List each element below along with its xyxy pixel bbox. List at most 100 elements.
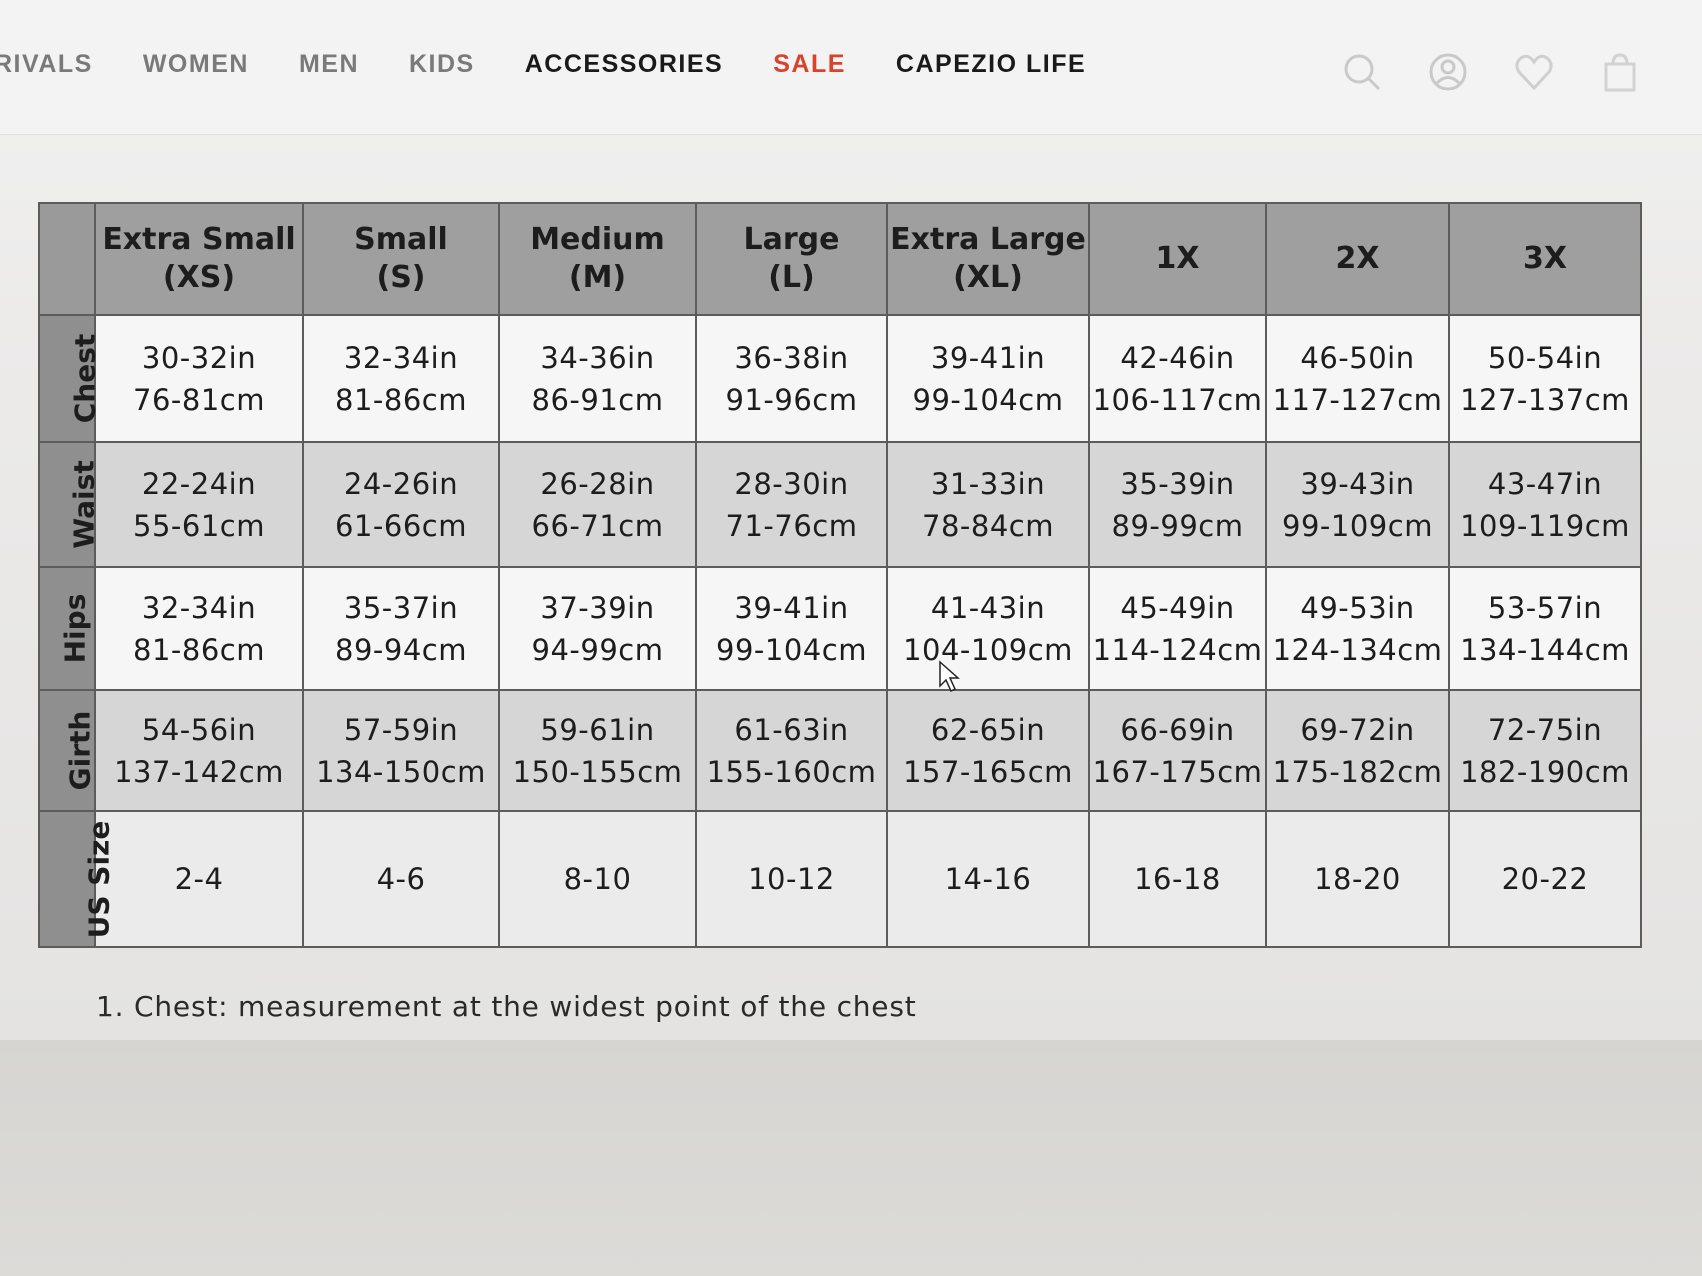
- cell-value-metric: 99-104cm: [912, 382, 1064, 417]
- row-label: Waist: [38, 441, 101, 569]
- measurement-cell: 18-20: [1265, 810, 1450, 948]
- cell-value-primary: 61-63in: [734, 712, 849, 747]
- cell-value-primary: 62-65in: [930, 712, 1046, 747]
- nav-item-women[interactable]: WOMEN: [143, 50, 249, 79]
- cell-value-primary: 16-18: [1134, 862, 1221, 897]
- measurement-cell: 30-32in 76-81cm: [94, 313, 304, 444]
- nav-item-accessories[interactable]: ACCESSORIES: [525, 50, 723, 79]
- main-menu: RIVALS WOMEN MEN KIDS ACCESSORIES SALE CAPEZIO…: [0, 50, 1086, 79]
- size-column-header: 3X: [1448, 202, 1642, 316]
- nav-item-kids[interactable]: KIDS: [409, 50, 475, 79]
- desk-surface: [0, 1040, 1702, 1276]
- cell-value-metric: 134-150cm: [316, 754, 486, 789]
- cell-value-metric: 117-127cm: [1272, 382, 1443, 417]
- cell-value-metric: 61-66cm: [335, 508, 467, 543]
- cell-value-primary: 69-72in: [1300, 712, 1415, 747]
- measurement-cell: 20-22: [1448, 810, 1642, 948]
- measurement-cell: 45-49in 114-124cm: [1088, 566, 1267, 692]
- size-code: (S): [376, 260, 426, 295]
- cell-value-metric: 86-91cm: [531, 382, 664, 417]
- measurement-cell: 22-24in 55-61cm: [94, 441, 304, 569]
- cell-value-primary: 46-50in: [1300, 340, 1415, 375]
- measurement-cell: 49-53in 124-134cm: [1265, 566, 1450, 692]
- cell-value-metric: 150-155cm: [512, 754, 683, 789]
- cell-value-primary: 28-30in: [734, 466, 849, 501]
- cell-value-primary: 37-39in: [540, 590, 655, 625]
- measurement-cell: 8-10: [498, 810, 697, 948]
- measurement-cell: 14-16: [886, 810, 1090, 948]
- size-chart: Extra Small (XS) Small (S) Medium (M) Large (L)…: [38, 202, 1642, 948]
- cell-value-metric: 81-86cm: [335, 382, 467, 417]
- cell-value-primary: 54-56in: [141, 712, 257, 747]
- size-name: 1X: [1155, 241, 1200, 276]
- cell-value-metric: 182-190cm: [1460, 754, 1630, 789]
- size-code: (XS): [162, 260, 236, 295]
- bag-icon[interactable]: [1598, 50, 1642, 94]
- cell-value-primary: 18-20: [1314, 862, 1401, 897]
- cell-value-metric: 89-99cm: [1111, 508, 1244, 543]
- size-name: Medium: [530, 222, 665, 257]
- row-label: US Size: [38, 810, 115, 948]
- size-column-header: 2X: [1265, 202, 1450, 316]
- search-icon[interactable]: [1340, 50, 1384, 94]
- account-icon[interactable]: [1426, 50, 1470, 94]
- size-code: (M): [568, 260, 627, 295]
- cell-value-primary: 24-26in: [343, 466, 459, 501]
- size-code: (L): [768, 260, 815, 295]
- size-column-header: 1X: [1088, 202, 1267, 316]
- cell-value-primary: 8-10: [563, 862, 632, 897]
- measurement-cell: 62-65in 157-165cm: [886, 689, 1090, 813]
- nav-item-sale[interactable]: SALE: [773, 50, 846, 79]
- cell-value-primary: 41-43in: [930, 590, 1046, 625]
- measurement-cell: 32-34in 81-86cm: [302, 313, 500, 444]
- size-column-header: Extra Large (XL): [886, 202, 1090, 316]
- measurement-row-chest: Chest 30-32in 76-81cm 32-34in 81-86cm 34-36in…: [38, 313, 1642, 444]
- row-label-text: Waist: [67, 460, 101, 550]
- measurement-cell: 37-39in 94-99cm: [498, 566, 697, 692]
- measurement-cell: 41-43in 104-109cm: [886, 566, 1090, 692]
- cell-value-primary: 35-37in: [343, 590, 459, 625]
- measurement-cell: 39-43in 99-109cm: [1265, 441, 1450, 569]
- cell-value-primary: 35-39in: [1120, 466, 1235, 501]
- measurement-cell: 24-26in 61-66cm: [302, 441, 500, 569]
- cell-value-primary: 49-53in: [1300, 590, 1415, 625]
- cell-value-metric: 81-86cm: [133, 632, 265, 667]
- header-icons: [1340, 50, 1642, 94]
- cell-value-metric: 71-76cm: [725, 508, 858, 543]
- cell-value-primary: 31-33in: [930, 466, 1046, 501]
- cell-value-primary: 53-57in: [1487, 590, 1603, 625]
- size-name: Small: [354, 222, 448, 257]
- cell-value-metric: 106-117cm: [1092, 382, 1263, 417]
- row-label: Hips: [38, 566, 96, 692]
- cell-value-primary: 39-43in: [1300, 466, 1415, 501]
- cell-value-primary: 42-46in: [1120, 340, 1235, 375]
- measurement-cell: 34-36in 86-91cm: [498, 313, 697, 444]
- cell-value-primary: 32-34in: [343, 340, 459, 375]
- heart-icon[interactable]: [1512, 50, 1556, 94]
- nav-item-men[interactable]: MEN: [299, 50, 359, 79]
- size-name: Extra Small: [102, 222, 296, 257]
- mouse-cursor-icon: [939, 660, 960, 693]
- cell-value-metric: 104-109cm: [903, 632, 1073, 667]
- measurement-cell: 59-61in 150-155cm: [498, 689, 697, 813]
- measurement-cell: 72-75in 182-190cm: [1448, 689, 1642, 813]
- cell-value-metric: 124-134cm: [1272, 632, 1443, 667]
- size-code: (XL): [953, 260, 1023, 295]
- cell-value-metric: 91-96cm: [725, 382, 858, 417]
- cell-value-metric: 127-137cm: [1460, 382, 1630, 417]
- cell-value-primary: 4-6: [376, 862, 426, 897]
- row-label: Girth: [38, 689, 96, 813]
- measurement-row-waist: Waist 22-24in 55-61cm 24-26in 61-66cm 26-28in…: [38, 441, 1642, 569]
- cell-value-metric: 94-99cm: [531, 632, 664, 667]
- measurement-cell: 2-4: [94, 810, 304, 948]
- cell-value-primary: 2-4: [174, 862, 224, 897]
- measurement-cell: 26-28in 66-71cm: [498, 441, 697, 569]
- cell-value-primary: 32-34in: [141, 590, 257, 625]
- cell-value-metric: 155-160cm: [706, 754, 877, 789]
- nav-item-capezio-life[interactable]: CAPEZIO LIFE: [896, 50, 1086, 79]
- cell-value-primary: 22-24in: [141, 466, 257, 501]
- measurement-cell: 39-41in 99-104cm: [886, 313, 1090, 444]
- nav-item-rivals[interactable]: RIVALS: [0, 50, 93, 79]
- cell-value-primary: 10-12: [748, 862, 835, 897]
- top-navigation-bar: RIVALS WOMEN MEN KIDS ACCESSORIES SALE CAPEZIO…: [0, 0, 1702, 135]
